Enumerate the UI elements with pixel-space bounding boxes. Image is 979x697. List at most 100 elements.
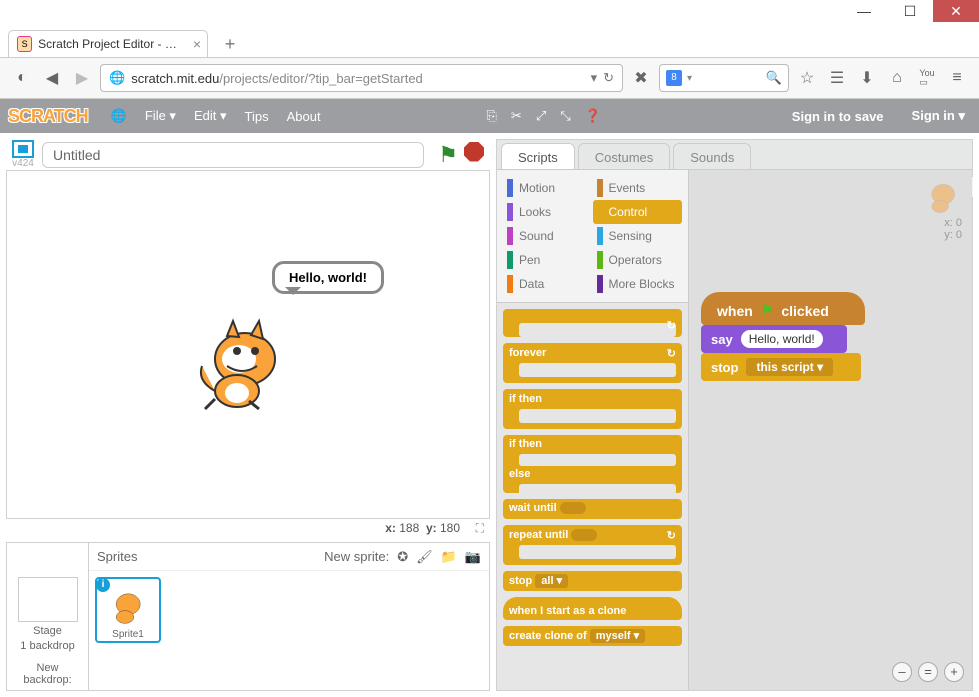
block-when-flag-clicked[interactable]: when ⚑ clicked <box>701 292 865 325</box>
duplicate-icon[interactable]: ⎘ <box>487 108 497 124</box>
browser-tab[interactable]: S Scratch Project Editor - Im... × <box>8 30 208 57</box>
stage[interactable]: Hello, world! <box>6 170 490 519</box>
menu-file[interactable]: File ▾ <box>136 108 185 124</box>
pane-body: Motion Events Looks ControlSoundSensingPenO… <box>497 170 972 690</box>
reload-icon[interactable]: ↻ <box>603 70 614 86</box>
window-maximize[interactable]: ☐ <box>887 0 933 22</box>
fullscreen-icon[interactable]: ⛶ <box>476 521 484 536</box>
shrink-icon[interactable]: ⤡ <box>560 108 570 124</box>
scratch-logo[interactable]: SCRATCH <box>8 106 88 127</box>
sprite-item[interactable]: i Sprite1 <box>95 577 161 643</box>
block-if-then-else[interactable]: if then else <box>503 435 682 493</box>
category-label: Looks <box>519 205 551 219</box>
backdrop-count: 1 backdrop <box>20 640 74 652</box>
youtube-icon[interactable]: You▭ <box>915 66 939 90</box>
browser-toolbar: ◐ ◀ ▶ 🌐 scratch.mit.edu/projects/editor/… <box>0 57 979 98</box>
menu-icon[interactable]: ≡ <box>945 66 969 90</box>
script-area[interactable]: x: 0 y: 0 when ⚑ clicked say Hello, worl… <box>689 170 972 690</box>
scratch-favicon: S <box>17 36 32 52</box>
help-icon[interactable]: ❓ <box>585 108 601 124</box>
say-value[interactable]: Hello, world! <box>741 330 823 348</box>
category-more-blocks[interactable]: More Blocks <box>593 272 683 296</box>
category-swatch <box>507 251 513 269</box>
category-sensing[interactable]: Sensing <box>593 224 683 248</box>
back-button[interactable]: ◀ <box>40 66 64 90</box>
window-close[interactable]: ✕ <box>933 0 979 22</box>
category-data[interactable]: Data <box>503 272 593 296</box>
grow-icon[interactable]: ⤢ <box>536 108 546 124</box>
editor-tabs: Scripts Costumes Sounds <box>497 140 972 170</box>
home-icon[interactable]: ⌂ <box>885 66 909 90</box>
stop-button[interactable] <box>464 142 484 162</box>
category-pen[interactable]: Pen <box>503 248 593 272</box>
block-wait-until[interactable]: wait until <box>503 499 682 519</box>
sign-in[interactable]: Sign in ▾ <box>898 108 979 124</box>
choose-sprite-icon[interactable]: ✪ <box>397 549 408 565</box>
new-tab-button[interactable]: + <box>218 34 242 57</box>
cat-sprite[interactable] <box>197 311 292 411</box>
upload-sprite-icon[interactable]: 📁 <box>441 549 457 565</box>
star-icon[interactable]: ☆ <box>795 66 819 90</box>
chevron-down-icon[interactable]: ▾ <box>687 73 692 84</box>
block-start-clone[interactable]: when I start as a clone <box>503 597 682 620</box>
block-forever[interactable]: forever↻ <box>503 343 682 383</box>
category-swatch <box>597 203 603 221</box>
stage-thumbnail[interactable] <box>18 577 78 622</box>
sign-in-to-save[interactable]: Sign in to save <box>778 109 898 124</box>
fullscreen-stage-icon[interactable] <box>12 140 34 158</box>
block-stop[interactable]: stop all ▾ <box>503 571 682 591</box>
stage-label: Stage <box>33 625 62 637</box>
sidebar-icon[interactable]: ◐ <box>10 66 34 90</box>
stop-dropdown[interactable]: this script ▾ <box>746 358 833 376</box>
search-box[interactable]: 8 ▾ 🔍 <box>659 64 789 92</box>
dropdown-icon[interactable]: ▾ <box>591 70 598 86</box>
category-grid: Motion Events Looks ControlSoundSensingPenO… <box>497 170 688 303</box>
tab-sounds[interactable]: Sounds <box>673 143 751 169</box>
category-control[interactable]: Control <box>593 200 683 224</box>
download-icon[interactable]: ⬇ <box>855 66 879 90</box>
category-events[interactable]: Events <box>593 176 683 200</box>
toolbar-tools: ⎘ ✂ ⤢ ⤡ ❓ <box>487 108 621 124</box>
category-label: Motion <box>519 181 555 195</box>
script-stack[interactable]: when ⚑ clicked say Hello, world! stop th… <box>701 292 865 381</box>
scratch-topbar: SCRATCH 🌐 File ▾ Edit ▾ Tips About ⎘ ✂ ⤢… <box>0 99 979 133</box>
sprites-main: Sprites New sprite: ✪ 🖌 📁 📷 i <box>89 543 489 690</box>
tab-scripts[interactable]: Scripts <box>501 143 575 169</box>
block-say[interactable]: say Hello, world! <box>701 325 847 353</box>
camera-sprite-icon[interactable]: 📷 <box>465 549 481 565</box>
block-repeat-until[interactable]: repeat until ↻ <box>503 525 682 565</box>
menu-tips[interactable]: Tips <box>236 109 278 124</box>
project-title-input[interactable] <box>42 142 424 168</box>
zoom-reset[interactable]: = <box>918 662 938 682</box>
list-icon[interactable]: ☰ <box>825 66 849 90</box>
sprites-panel: Stage 1 backdrop New backdrop: Sprites N… <box>6 542 490 691</box>
zoom-in[interactable]: + <box>944 662 964 682</box>
speech-text: Hello, world! <box>289 270 367 285</box>
category-sound[interactable]: Sound <box>503 224 593 248</box>
green-flag-button[interactable]: ⚑ <box>438 142 458 168</box>
menu-about[interactable]: About <box>278 109 330 124</box>
block-create-clone[interactable]: create clone of myself ▾ <box>503 626 682 646</box>
url-bar[interactable]: 🌐 scratch.mit.edu/projects/editor/?tip_b… <box>100 64 623 92</box>
tab-costumes[interactable]: Costumes <box>578 143 671 169</box>
paint-sprite-icon[interactable]: 🖌 <box>416 549 433 565</box>
category-looks[interactable]: Looks <box>503 200 593 224</box>
window-controls: — ☐ ✕ <box>0 0 979 28</box>
category-operators[interactable]: Operators <box>593 248 683 272</box>
xmarks-icon[interactable]: ✖ <box>629 66 653 90</box>
window-minimize[interactable]: — <box>841 0 887 22</box>
forward-button[interactable]: ▶ <box>70 66 94 90</box>
category-motion[interactable]: Motion <box>503 176 593 200</box>
tab-close[interactable]: × <box>193 36 201 52</box>
sprite-info-button[interactable]: i <box>96 578 110 592</box>
delete-icon[interactable]: ✂ <box>511 108 522 124</box>
menu-edit[interactable]: Edit ▾ <box>185 108 236 124</box>
block-if-then[interactable]: if then <box>503 389 682 429</box>
globe-icon[interactable]: 🌐 <box>102 108 136 124</box>
search-icon[interactable]: 🔍 <box>766 70 782 86</box>
new-sprite-label: New sprite: <box>324 549 389 564</box>
block-stop-script[interactable]: stop this script ▾ <box>701 353 861 381</box>
editor-column: Scripts Costumes Sounds ? MotionEventsLo… <box>496 139 973 691</box>
stage-header: v424 ⚑ <box>6 139 490 170</box>
zoom-out[interactable]: – <box>892 662 912 682</box>
